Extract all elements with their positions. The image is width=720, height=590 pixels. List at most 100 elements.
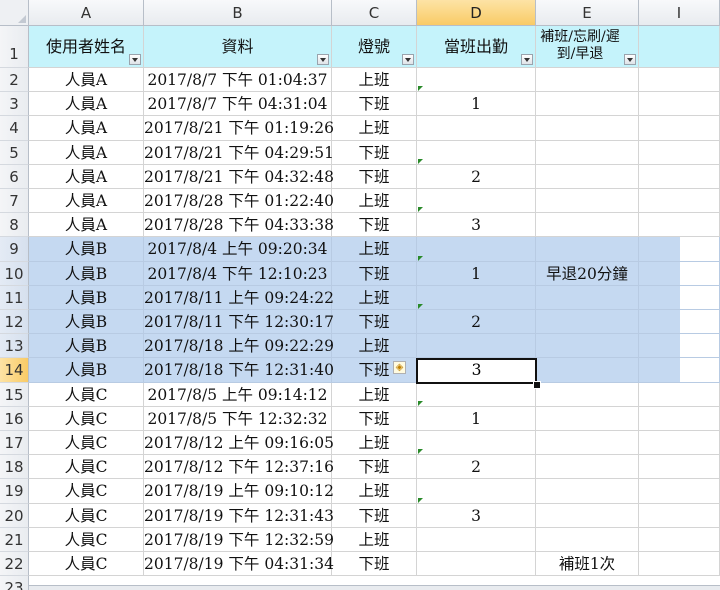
cell-b10[interactable]: 2017/8/4 下午 12:10:23 [144, 261, 332, 286]
cell-c8[interactable]: 下班 [332, 213, 417, 238]
cell-b15[interactable]: 2017/8/5 上午 09:14:12 [144, 382, 332, 407]
cell-a11[interactable]: 人員B [29, 285, 144, 310]
row-header-18[interactable]: 18 [0, 455, 29, 480]
cell-b6[interactable]: 2017/8/21 下午 04:32:48 [144, 164, 334, 189]
cell-e3[interactable] [536, 92, 639, 117]
header-cell-d[interactable]: 當班出勤 [417, 26, 536, 68]
cell-b18[interactable]: 2017/8/12 下午 12:37:16 [144, 455, 334, 480]
header-cell-b[interactable]: 資料 [144, 26, 332, 68]
cell-e10[interactable]: 早退20分鐘 [536, 261, 639, 286]
cell-b4[interactable]: 2017/8/21 下午 01:19:26 [144, 116, 334, 141]
active-cell-d14[interactable]: 3 [416, 358, 537, 384]
filter-dropdown-icon[interactable] [624, 54, 636, 65]
cell-e18[interactable] [536, 455, 639, 480]
row-header-11[interactable]: 11 [0, 285, 29, 310]
cell-a4[interactable]: 人員A [29, 116, 144, 141]
cell-d4[interactable] [417, 116, 536, 141]
cell-c22[interactable]: 下班 [332, 552, 417, 577]
row-header-1[interactable]: 1 [0, 26, 29, 68]
cell-a16[interactable]: 人員C [29, 406, 144, 431]
cell-d20[interactable]: 3 [417, 503, 536, 528]
cell-c11[interactable]: 上班 [332, 285, 417, 310]
cell-b12[interactable]: 2017/8/11 下午 12:30:17 [144, 310, 334, 335]
cell-i5[interactable] [639, 140, 720, 165]
cell-i22[interactable] [639, 552, 720, 577]
spreadsheet-grid[interactable]: A B C D E I 1 2 3 4 5 6 7 8 9 10 11 12 13 14 15 16 17 18 19 20 21 2… [0, 0, 720, 590]
cell-c12[interactable]: 下班 [332, 310, 417, 335]
cell-i2[interactable] [639, 68, 720, 93]
cell-c13[interactable]: 上班 [332, 334, 417, 359]
cell-e20[interactable] [536, 503, 639, 528]
cell-e7[interactable] [536, 189, 639, 214]
row-header-8[interactable]: 8 [0, 213, 29, 238]
cell-a21[interactable]: 人員C [29, 527, 144, 552]
cell-e21[interactable] [536, 527, 639, 552]
cell-c10[interactable]: 下班 [332, 261, 417, 286]
cell-d22[interactable] [417, 552, 536, 577]
filter-dropdown-icon[interactable] [129, 54, 141, 65]
cell-d16[interactable]: 1 [417, 406, 536, 431]
cell-e2[interactable] [536, 68, 639, 93]
cell-i17[interactable] [639, 431, 720, 456]
cell-d5[interactable] [417, 140, 536, 165]
row-header-10[interactable]: 10 [0, 261, 29, 286]
cell-b17[interactable]: 2017/8/12 上午 09:16:05 [144, 431, 334, 456]
cell-i4[interactable] [639, 116, 720, 141]
column-header-a[interactable]: A [29, 0, 144, 26]
cell-d9[interactable] [417, 237, 536, 262]
cell-i11[interactable] [639, 285, 720, 310]
cell-c7[interactable]: 上班 [332, 189, 417, 214]
cell-e13[interactable] [536, 334, 639, 359]
header-cell-a[interactable]: 使用者姓名 [29, 26, 144, 68]
cell-b7[interactable]: 2017/8/28 下午 01:22:40 [144, 189, 334, 214]
row-header-14[interactable]: 14 [0, 358, 29, 383]
row-header-17[interactable]: 17 [0, 431, 29, 456]
cell-c19[interactable]: 上班 [332, 479, 417, 504]
cell-i6[interactable] [639, 164, 720, 189]
cell-d3[interactable]: 1 [417, 92, 536, 117]
cell-d21[interactable] [417, 527, 536, 552]
cell-b14[interactable]: 2017/8/18 下午 12:31:40 [144, 358, 334, 383]
row-header-13[interactable]: 13 [0, 334, 29, 359]
cell-c3[interactable]: 下班 [332, 92, 417, 117]
cell-d15[interactable] [417, 382, 536, 407]
cell-i9[interactable] [639, 237, 720, 262]
fill-handle[interactable] [533, 380, 541, 389]
cell-c17[interactable]: 上班 [332, 431, 417, 456]
cell-c6[interactable]: 下班 [332, 164, 417, 189]
cell-a3[interactable]: 人員A [29, 92, 144, 117]
cell-a12[interactable]: 人員B [29, 310, 144, 335]
cell-b21[interactable]: 2017/8/19 下午 12:32:59 [144, 527, 334, 552]
filter-dropdown-icon[interactable] [402, 54, 414, 65]
cell-c15[interactable]: 上班 [332, 382, 417, 407]
cell-i21[interactable] [639, 527, 720, 552]
column-header-e[interactable]: E [536, 0, 639, 26]
cell-e9[interactable] [536, 237, 639, 262]
cell-d18[interactable]: 2 [417, 455, 536, 480]
cell-b19[interactable]: 2017/8/19 上午 09:10:12 [144, 479, 334, 504]
cell-e12[interactable] [536, 310, 639, 335]
cell-d8[interactable]: 3 [417, 213, 536, 238]
cell-a9[interactable]: 人員B [29, 237, 144, 262]
cell-b22[interactable]: 2017/8/19 下午 04:31:34 [144, 552, 334, 577]
cell-d19[interactable] [417, 479, 536, 504]
cell-d2[interactable] [417, 68, 536, 93]
row-header-6[interactable]: 6 [0, 164, 29, 189]
cell-a2[interactable]: 人員A [29, 68, 144, 93]
row-header-5[interactable]: 5 [0, 140, 29, 165]
row-header-19[interactable]: 19 [0, 479, 29, 504]
cell-b16[interactable]: 2017/8/5 下午 12:32:32 [144, 406, 332, 431]
cell-i3[interactable] [639, 92, 720, 117]
cell-c4[interactable]: 上班 [332, 116, 417, 141]
cell-b11[interactable]: 2017/8/11 上午 09:24:22 [144, 285, 334, 310]
cell-i13[interactable] [639, 334, 720, 359]
cell-i19[interactable] [639, 479, 720, 504]
cell-d6[interactable]: 2 [417, 164, 536, 189]
cell-i10[interactable] [639, 261, 720, 286]
row-header-23[interactable]: 23 [0, 576, 29, 590]
cell-d11[interactable] [417, 285, 536, 310]
cell-e11[interactable] [536, 285, 639, 310]
cell-e22[interactable]: 補班1次 [536, 552, 639, 577]
select-all-corner[interactable] [0, 0, 29, 26]
header-cell-e[interactable]: 補班/忘刷/遲到/早退 [536, 26, 639, 68]
